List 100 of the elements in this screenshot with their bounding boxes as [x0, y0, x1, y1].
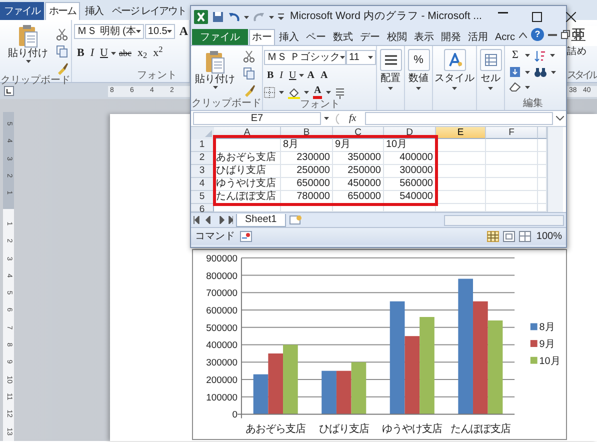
find-icon[interactable] — [534, 66, 547, 78]
restore-icon[interactable] — [561, 30, 570, 39]
text-direction-icon[interactable] — [335, 86, 346, 98]
customize-icon[interactable] — [278, 13, 284, 21]
tab-selector-icon[interactable] — [4, 86, 14, 96]
underline-button[interactable]: U — [97, 47, 111, 60]
help-button[interactable]: ? — [531, 28, 544, 41]
page-break-view-icon[interactable] — [519, 231, 532, 242]
brush-icon[interactable] — [56, 62, 68, 75]
window-title: Microsoft Word 内のグラフ - Microsoft ... — [290, 9, 482, 24]
ribbon-tab[interactable]: 活用 — [465, 29, 491, 45]
table-cell — [436, 178, 486, 191]
paste-button[interactable]: 貼り付け — [8, 24, 48, 75]
table-cell — [436, 152, 486, 165]
category-label: あおぞら支店 — [246, 424, 306, 436]
ribbon-tab[interactable]: デー — [357, 29, 383, 45]
horizontal-scrollbar[interactable] — [444, 214, 564, 226]
borders-icon[interactable] — [264, 87, 275, 98]
page-layout-view-icon[interactable] — [503, 231, 516, 242]
row-header[interactable]: 4 — [191, 178, 214, 191]
table-cell — [486, 178, 538, 191]
group-label: クリップボード — [0, 75, 71, 87]
row-header[interactable]: 3 — [191, 165, 214, 178]
ribbon-tab[interactable]: ホー — [249, 29, 275, 45]
ribbon-tab[interactable]: ページ レイアウト — [108, 2, 190, 20]
row-header[interactable]: 6 — [191, 204, 214, 212]
table-cell: 650000 — [281, 178, 333, 191]
vertical-scrollbar[interactable] — [547, 127, 563, 212]
superscript-button[interactable]: x$^{2}$ — [150, 47, 166, 60]
bar — [283, 344, 298, 414]
italic-button[interactable]: I — [276, 69, 286, 82]
grow-font-button[interactable]: A — [304, 69, 318, 82]
insert-function-button[interactable]: fx — [343, 111, 362, 126]
file-tab[interactable]: ファイル — [0, 2, 44, 20]
name-box[interactable]: E7 — [193, 112, 321, 125]
caret-icon — [212, 86, 218, 89]
grow-font-button[interactable]: A — [176, 25, 192, 38]
ribbon-tab[interactable]: 校閲 — [384, 29, 410, 45]
close-icon[interactable] — [574, 30, 582, 38]
ribbon-tab[interactable]: Acrc — [492, 29, 518, 45]
category-label: たんぽぽ支店 — [450, 424, 510, 436]
style-button[interactable]: スタイル — [433, 46, 476, 90]
brush-icon[interactable] — [243, 84, 255, 97]
file-tab[interactable]: ファイル — [192, 29, 248, 45]
formula-field[interactable] — [365, 112, 553, 125]
table-cell — [486, 152, 538, 165]
shrink-font-button[interactable]: A — [317, 69, 331, 82]
cells-button[interactable]: セル — [477, 46, 504, 90]
font-color-button[interactable]: A — [313, 86, 322, 99]
ribbon-tab[interactable]: 数式 — [330, 29, 356, 45]
expand-icon[interactable] — [556, 116, 564, 121]
scissors-icon[interactable] — [56, 28, 68, 41]
row-header[interactable]: 2 — [191, 152, 214, 165]
underline-button[interactable]: U — [286, 69, 300, 82]
style-gallery-item[interactable]: 亜 — [567, 26, 597, 46]
caret-icon — [525, 54, 530, 57]
font-name-field[interactable]: ＭＳ Ｐゴシック — [264, 50, 346, 65]
ribbon-tab[interactable]: 開発 — [438, 29, 464, 45]
macro-record-icon[interactable] — [240, 231, 252, 242]
column-header[interactable]: E — [436, 127, 486, 139]
font-name-field[interactable]: ＭＳ 明朝 (本 — [74, 24, 144, 39]
ribbon-tab[interactable]: ペー — [303, 29, 329, 45]
ribbon-tab[interactable]: 表示 — [411, 29, 437, 45]
italic-button[interactable]: I — [87, 47, 98, 60]
copy-icon[interactable] — [243, 67, 255, 80]
ribbon-tab[interactable]: ホーム — [45, 2, 80, 20]
clipboard-icon — [17, 24, 39, 48]
strikethrough-button[interactable]: abc — [116, 47, 134, 60]
table-cell: 250000 — [333, 165, 384, 178]
column-header[interactable]: F — [486, 127, 538, 139]
sheet-navigation-icon[interactable] — [193, 216, 233, 224]
fill-color-icon[interactable] — [288, 86, 300, 98]
insert-sheet-icon[interactable] — [288, 215, 303, 225]
align-button[interactable]: 配置 — [377, 46, 404, 90]
fill-icon[interactable] — [509, 66, 521, 78]
row-header[interactable]: 1 — [191, 139, 214, 152]
font-size-field[interactable]: 10.5 — [144, 24, 176, 39]
caret-icon — [388, 87, 393, 90]
ribbon-tab[interactable]: 挿入 — [81, 2, 107, 20]
save-icon[interactable] — [212, 11, 224, 23]
copy-icon[interactable] — [56, 45, 68, 58]
subscript-button[interactable]: x$_{2}$ — [134, 47, 150, 60]
sheet-tab[interactable]: Sheet1 — [236, 214, 286, 226]
number-button[interactable]: % 数値 — [405, 46, 432, 90]
caret-icon — [525, 86, 530, 88]
font-size-field[interactable]: 11 — [346, 50, 376, 65]
sort-icon[interactable] — [534, 50, 546, 62]
collapse-ribbon-icon[interactable] — [519, 32, 527, 38]
bold-button[interactable]: B — [264, 69, 277, 82]
undo-icon[interactable] — [228, 11, 240, 23]
row-header[interactable]: 5 — [191, 191, 214, 204]
normal-view-icon[interactable] — [487, 231, 500, 242]
ribbon-tab[interactable]: 挿入 — [276, 29, 302, 45]
bold-button[interactable]: B — [74, 47, 88, 60]
scissors-icon[interactable] — [243, 50, 255, 63]
zoom-level[interactable]: 100% — [536, 229, 562, 244]
minimize-icon — [498, 12, 508, 14]
autosum-button[interactable]: Σ — [509, 49, 522, 62]
paste-button[interactable]: 貼り付け — [195, 50, 235, 97]
minimize-icon[interactable] — [548, 34, 557, 36]
